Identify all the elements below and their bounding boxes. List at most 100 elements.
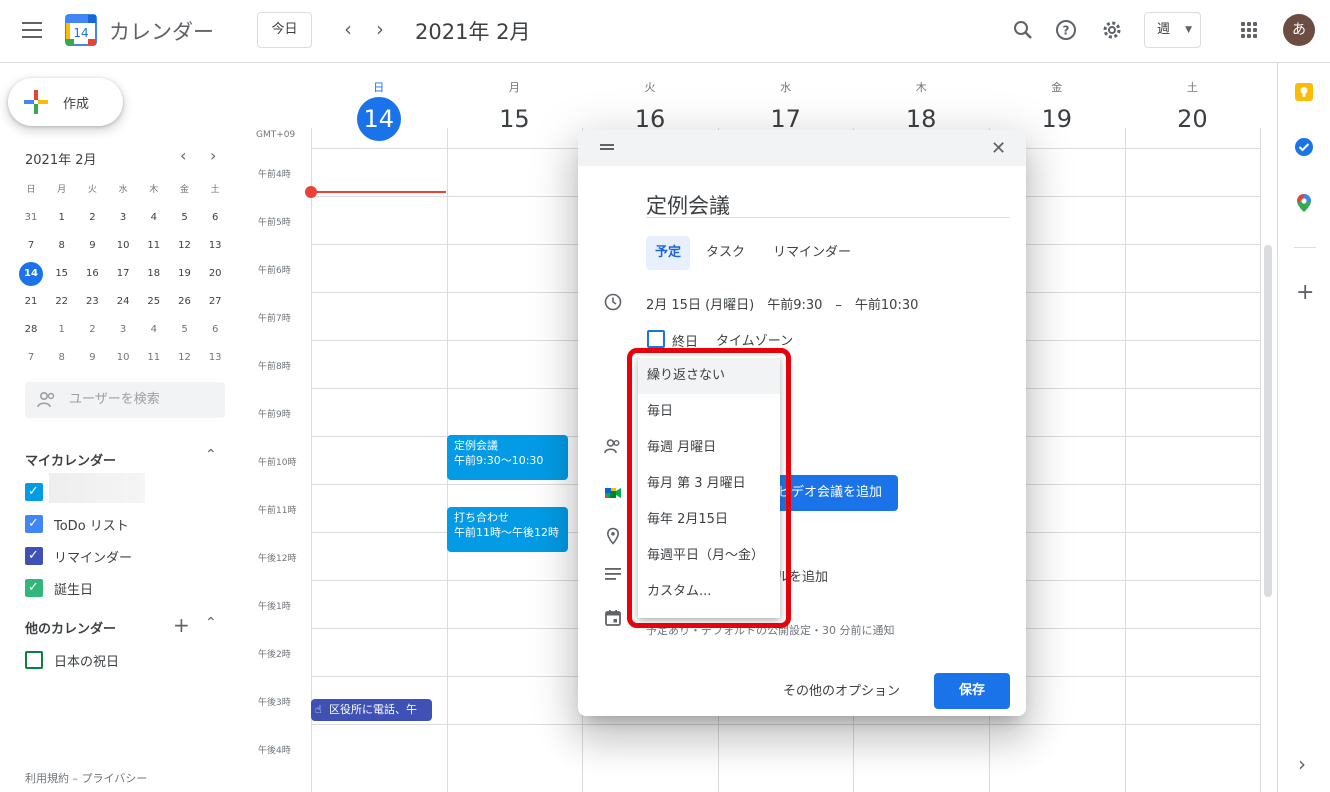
calendar-checkbox[interactable] (25, 579, 43, 597)
mini-day[interactable]: 5 (170, 316, 200, 344)
mini-day[interactable]: 22 (47, 288, 77, 316)
mini-prev-icon[interactable]: ‹ (180, 146, 186, 165)
more-options-button[interactable]: その他のオプション (783, 680, 900, 699)
mini-day[interactable]: 19 (170, 260, 200, 288)
add-calendar-plus-icon[interactable]: + (173, 613, 190, 637)
mini-day[interactable]: 11 (139, 232, 169, 260)
calendar-checkbox[interactable] (25, 651, 43, 669)
today-button[interactable]: 今日 (257, 12, 312, 48)
mini-day[interactable]: 8 (47, 232, 77, 260)
mini-day[interactable]: 1 (47, 204, 77, 232)
mini-day[interactable]: 31 (16, 204, 46, 232)
mini-day[interactable]: 3 (108, 316, 138, 344)
day-header-number[interactable]: 20 (1170, 97, 1214, 141)
day-header-number-today[interactable]: 14 (356, 97, 401, 141)
event-uchiawase[interactable]: 打ち合わせ 午前11時～午後12時 (447, 507, 568, 552)
calendar-checkbox[interactable] (25, 483, 43, 501)
mini-day[interactable]: 6 (200, 316, 230, 344)
next-week-icon[interactable]: › (368, 17, 392, 41)
mini-day[interactable]: 2 (77, 204, 107, 232)
calendar-list-item[interactable]: 日本の祝日 (25, 650, 225, 670)
mini-next-icon[interactable]: › (210, 146, 216, 165)
help-icon[interactable]: ? (1054, 18, 1078, 42)
apps-grid-icon[interactable] (1241, 22, 1257, 38)
view-selector[interactable]: 週 ▼ (1144, 12, 1201, 48)
account-avatar[interactable]: あ (1283, 14, 1315, 46)
user-search-input[interactable]: ユーザーを検索 (25, 382, 225, 418)
mini-day[interactable]: 18 (139, 260, 169, 288)
mini-day[interactable]: 12 (170, 232, 200, 260)
mini-day[interactable]: 3 (108, 204, 138, 232)
calendar-list-item[interactable] (25, 473, 225, 503)
calendar-list-item[interactable]: リマインダー (25, 546, 225, 566)
mini-day[interactable]: 12 (170, 344, 200, 372)
tasks-icon[interactable] (1294, 137, 1314, 157)
calendar-list-item[interactable]: ToDo リスト (25, 514, 225, 534)
add-addon-plus-icon[interactable]: + (1296, 280, 1314, 305)
calendar-list-item[interactable]: 誕生日 (25, 578, 225, 598)
mini-day[interactable]: 9 (77, 232, 107, 260)
other-calendars-title[interactable]: 他のカレンダー (25, 618, 116, 637)
tab-event[interactable]: 予定 (646, 236, 691, 270)
collapse-chevron-up-icon[interactable]: ⌃ (205, 615, 217, 631)
grid-scrollbar[interactable] (1264, 245, 1272, 597)
timezone-link[interactable]: タイムゾーン (716, 330, 793, 349)
maps-icon[interactable] (1294, 193, 1314, 213)
mini-day[interactable]: 11 (139, 344, 169, 372)
mini-day[interactable]: 10 (108, 232, 138, 260)
mini-day[interactable]: 1 (47, 316, 77, 344)
search-icon[interactable] (1011, 18, 1035, 42)
keep-icon[interactable] (1294, 82, 1314, 102)
calendar-checkbox[interactable] (25, 547, 43, 565)
event-title-input[interactable]: 定例会議 (646, 190, 730, 220)
my-calendars-title[interactable]: マイカレンダー (25, 450, 116, 469)
allday-checkbox[interactable] (647, 330, 665, 348)
mini-day[interactable]: 15 (47, 260, 77, 288)
mini-day[interactable]: 6 (200, 204, 230, 232)
tab-reminder[interactable]: リマインダー (764, 236, 860, 270)
mini-day[interactable]: 10 (108, 344, 138, 372)
mini-day[interactable]: 7 (16, 344, 46, 372)
create-button[interactable]: 作成 (8, 78, 123, 126)
expand-panel-chevron-icon[interactable]: › (1298, 752, 1306, 776)
footer-links[interactable]: 利用規約 – プライバシー (25, 770, 147, 786)
mini-day-today[interactable]: 14 (16, 260, 46, 288)
add-video-conference-button[interactable]: ビデオ会議を追加 (774, 475, 898, 511)
mini-day[interactable]: 25 (139, 288, 169, 316)
day-header-number[interactable]: 19 (1035, 97, 1079, 141)
mini-day[interactable]: 23 (77, 288, 107, 316)
tab-task[interactable]: タスク (697, 236, 754, 270)
mini-day[interactable]: 28 (16, 316, 46, 344)
mini-day-number: 16 (86, 268, 99, 279)
collapse-chevron-up-icon[interactable]: ⌃ (205, 447, 217, 463)
mini-day[interactable]: 24 (108, 288, 138, 316)
mini-day[interactable]: 4 (139, 204, 169, 232)
mini-day[interactable]: 17 (108, 260, 138, 288)
save-button[interactable]: 保存 (934, 673, 1010, 709)
mini-day[interactable]: 13 (200, 232, 230, 260)
mini-day[interactable]: 2 (77, 316, 107, 344)
calendar-checkbox[interactable] (25, 515, 43, 533)
drag-handle-icon[interactable] (600, 144, 614, 150)
mini-day-number: 1 (58, 212, 65, 223)
mini-day[interactable]: 16 (77, 260, 107, 288)
event-teirei-kaigi[interactable]: 定例会議 午前9:30～10:30 (447, 435, 568, 480)
event-title: 定例会議 (454, 439, 498, 452)
mini-day[interactable]: 13 (200, 344, 230, 372)
day-header-number[interactable]: 15 (492, 97, 536, 141)
event-kuyakusho[interactable]: ☝ 区役所に電話、午 (311, 699, 432, 721)
mini-day[interactable]: 8 (47, 344, 77, 372)
mini-day[interactable]: 5 (170, 204, 200, 232)
prev-week-icon[interactable]: ‹ (336, 17, 360, 41)
mini-day[interactable]: 7 (16, 232, 46, 260)
close-icon[interactable]: ✕ (991, 138, 1006, 159)
mini-day[interactable]: 26 (170, 288, 200, 316)
mini-day[interactable]: 27 (200, 288, 230, 316)
event-datetime[interactable]: 2月 15日 (月曜日) 午前9:30 – 午前10:30 (646, 294, 918, 313)
mini-day[interactable]: 9 (77, 344, 107, 372)
mini-day[interactable]: 20 (200, 260, 230, 288)
main-menu-icon[interactable] (22, 22, 42, 38)
settings-gear-icon[interactable] (1100, 18, 1124, 42)
mini-day[interactable]: 4 (139, 316, 169, 344)
mini-day[interactable]: 21 (16, 288, 46, 316)
